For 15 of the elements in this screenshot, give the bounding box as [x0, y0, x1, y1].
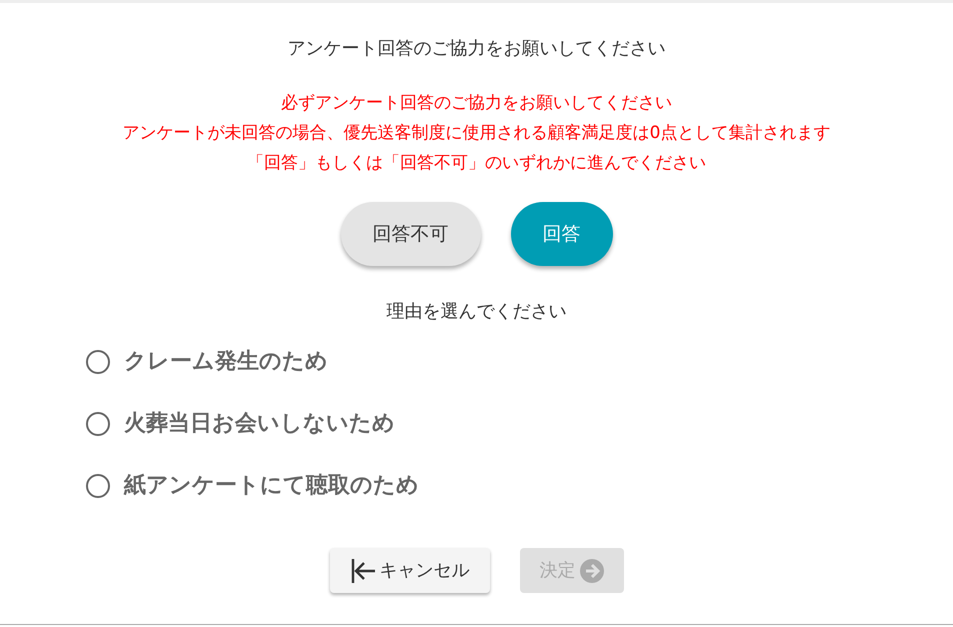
radio-label: 紙アンケートにて聴取のため — [124, 472, 419, 500]
radio-label: クレーム発生のため — [124, 348, 328, 376]
radio-button[interactable] — [86, 474, 110, 498]
warning-text: 必ずアンケート回答のご協力をお願いしてください — [280, 92, 673, 115]
radio-button[interactable] — [86, 412, 110, 436]
radio-button[interactable] — [86, 350, 110, 374]
cancel-button[interactable]: キャンセル — [330, 548, 490, 593]
warning-text: 「回答」もしくは「回答不可」のいずれかに進んでください — [246, 152, 707, 175]
radio-label: 火葬当日お会いしないため — [124, 410, 395, 438]
dialog-title: アンケート回答のご協力をお願いしてください — [288, 37, 666, 61]
decline-button[interactable]: 回答不可 — [340, 202, 480, 266]
warning-text: アンケートが未回答の場合、優先送客制度に使用される顧客満足度は0点として集計されます — [122, 122, 830, 145]
reason-prompt: 理由を選んでください — [386, 300, 566, 324]
arrow-right-icon — [580, 558, 604, 582]
back-arrow-icon — [350, 558, 376, 584]
